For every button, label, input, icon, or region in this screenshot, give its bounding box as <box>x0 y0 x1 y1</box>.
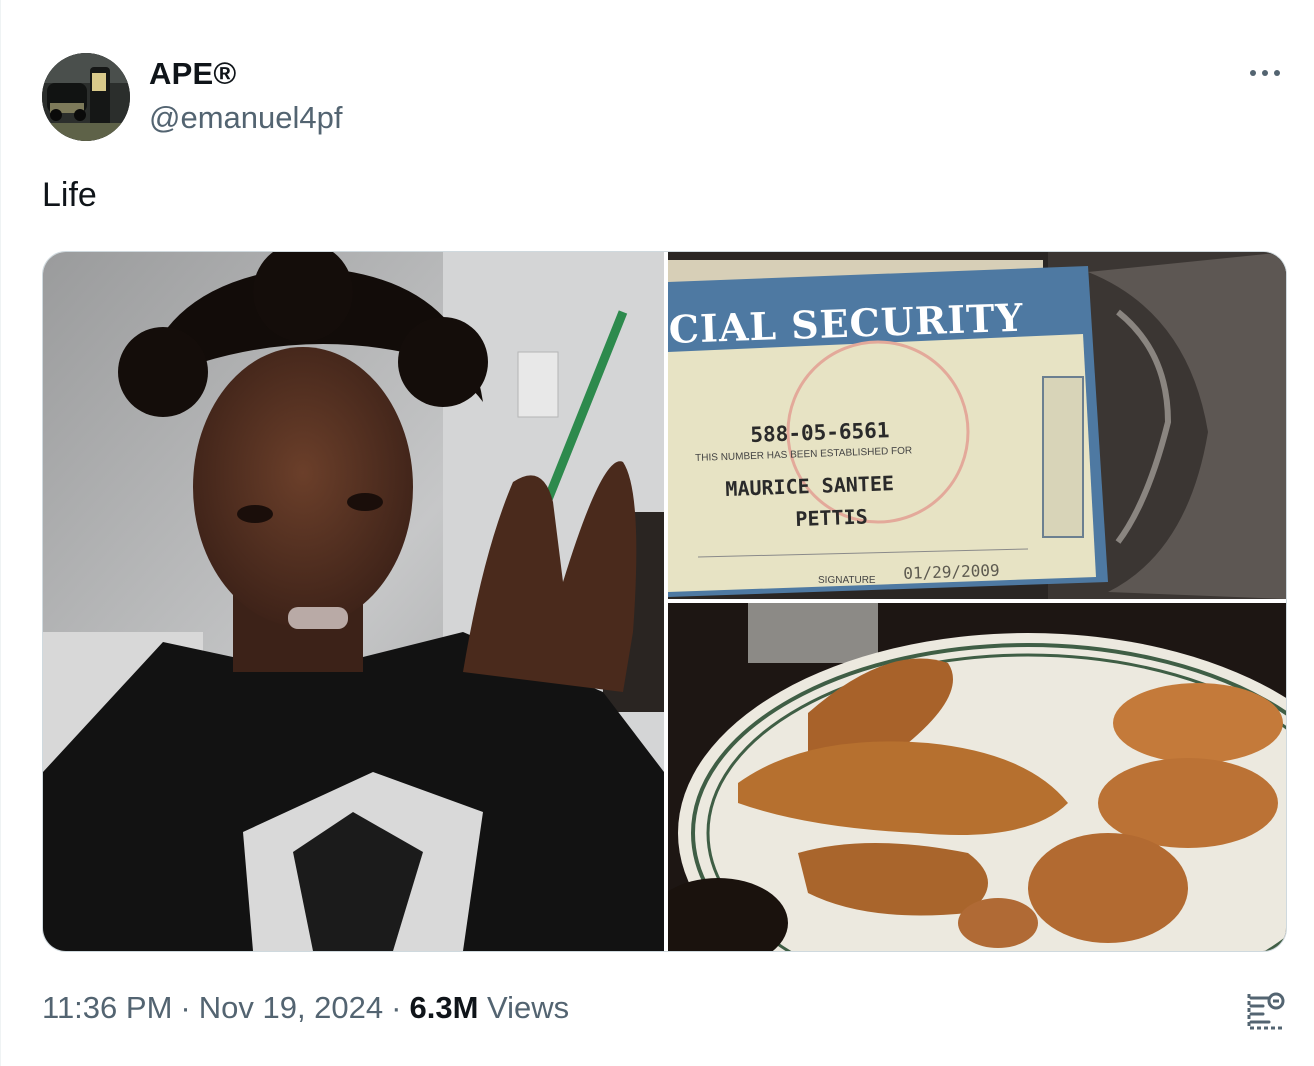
author-handle[interactable]: @emanuel4pf <box>149 100 342 136</box>
media-grid: CIAL SECURITY 588-05-6561 THIS NUMBER HA… <box>42 251 1287 952</box>
separator: · <box>391 990 402 1025</box>
chicken-and-waffles-photo[interactable] <box>668 603 1286 951</box>
author-display-name[interactable]: APE® <box>149 56 236 92</box>
tweet-date[interactable]: Nov 19, 2024 <box>199 990 383 1025</box>
selfie-photo[interactable] <box>43 252 664 951</box>
card-number-text: 588-05-6561 <box>750 418 890 447</box>
card-signature-label: SIGNATURE <box>818 575 876 586</box>
tweet-time[interactable]: 11:36 PM <box>42 990 172 1025</box>
views-count: 6.3M <box>409 990 479 1025</box>
avatar[interactable] <box>42 53 130 141</box>
card-name-line2: PETTIS <box>795 504 869 531</box>
photo-icon <box>668 603 1286 951</box>
photo-icon <box>43 252 664 951</box>
card-date-text: 01/29/2009 <box>903 560 1000 583</box>
separator: · <box>180 990 191 1025</box>
tweet-meta: 11:36 PM · Nov 19, 2024 · 6.3M Views <box>42 990 569 1026</box>
analytics-icon[interactable] <box>1245 990 1287 1032</box>
tweet-text: Life <box>42 176 97 214</box>
avatar-image <box>42 53 130 141</box>
more-horizontal-icon <box>1250 70 1256 76</box>
views-label: Views <box>487 990 570 1025</box>
more-options-button[interactable] <box>1243 58 1287 88</box>
tweet: APE® @emanuel4pf Life CIAL SECURITY 588-… <box>0 0 1314 1066</box>
